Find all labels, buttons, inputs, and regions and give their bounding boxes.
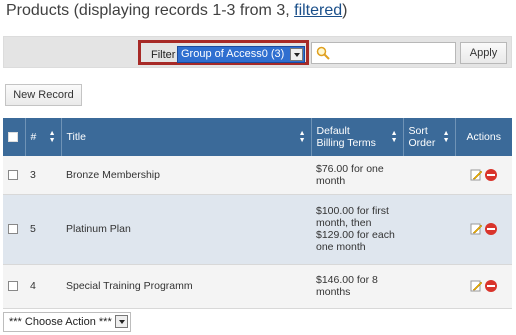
row-billing: $100.00 for first month, then $129.00 for …: [311, 194, 403, 265]
column-billing-line2: Billing Terms: [316, 137, 376, 149]
row-select-cell: [3, 194, 25, 265]
row-actions: [455, 156, 512, 195]
search-icon: [316, 46, 330, 60]
products-table: # ▲ ▼ Title ▲ ▼ Default Billing Terms ▲ ▼ Sort O…: [3, 118, 512, 309]
row-select-cell: [3, 156, 25, 195]
billing-line: $100.00 for first: [316, 205, 389, 217]
filter-bar: Filter Group of Access0 (3) Apply: [3, 36, 512, 68]
chevron-down-icon[interactable]: [290, 48, 303, 61]
select-all-header: [3, 118, 26, 156]
column-sort-line2: Order: [408, 137, 436, 149]
search-input[interactable]: [311, 42, 456, 64]
edit-icon[interactable]: [470, 223, 482, 235]
new-record-button[interactable]: New Record: [5, 84, 82, 106]
filter-select[interactable]: Group of Access0 (3): [177, 46, 305, 63]
page-title: Products (displaying records 1-3 from 3,…: [6, 2, 347, 20]
filter-selected-value: Group of Access0 (3): [181, 48, 285, 60]
row-title: Platinum Plan: [61, 194, 311, 265]
column-actions: Actions: [455, 118, 512, 156]
sort-icon: ▲ ▼: [442, 130, 450, 144]
column-title-label: Title: [66, 131, 86, 143]
row-sort-order: [403, 264, 455, 309]
edit-icon[interactable]: [470, 169, 482, 181]
table-row: 4 Special Training Programm $146.00 for …: [3, 264, 512, 309]
row-select-cell: [3, 264, 25, 309]
table-row: 3 Bronze Membership $76.00 for one month: [3, 156, 512, 195]
row-billing: $146.00 for 8 months: [311, 264, 403, 309]
row-billing: $76.00 for one month: [311, 156, 403, 195]
filter-highlight-box: Filter Group of Access0 (3): [138, 40, 309, 65]
column-billing-terms[interactable]: Default Billing Terms ▲ ▼: [311, 118, 404, 156]
row-title: Bronze Membership: [61, 156, 311, 195]
chevron-down-icon[interactable]: [115, 315, 128, 328]
filter-label: Filter: [151, 49, 176, 61]
row-checkbox[interactable]: [8, 169, 18, 180]
column-number[interactable]: # ▲ ▼: [25, 118, 62, 156]
column-number-label: #: [30, 131, 37, 143]
column-sort-order[interactable]: Sort Order ▲ ▼: [403, 118, 456, 156]
row-actions: [455, 194, 512, 265]
filtered-link[interactable]: filtered: [294, 2, 342, 19]
column-billing-line1: Default: [316, 125, 350, 137]
sort-icon: ▲ ▼: [48, 130, 56, 144]
column-title[interactable]: Title ▲ ▼: [61, 118, 312, 156]
row-checkbox[interactable]: [8, 224, 18, 235]
apply-button[interactable]: Apply: [460, 42, 507, 64]
billing-line: month: [316, 174, 346, 187]
billing-line: month, then: [316, 217, 372, 229]
choose-action-select[interactable]: *** Choose Action ***: [3, 312, 131, 332]
table-header-row: # ▲ ▼ Title ▲ ▼ Default Billing Terms ▲ ▼ Sort O…: [3, 118, 512, 156]
column-sort-line1: Sort: [408, 125, 428, 137]
page-title-prefix: Products (displaying records 1-3 from 3,: [6, 2, 295, 19]
row-sort-order: [403, 156, 455, 195]
billing-line: $129.00 for each: [316, 229, 395, 241]
table-row: 5 Platinum Plan $100.00 for first month, …: [3, 194, 512, 265]
edit-icon[interactable]: [470, 280, 482, 292]
billing-line: $146.00 for 8: [316, 274, 378, 286]
select-all-checkbox[interactable]: [8, 132, 18, 143]
delete-icon[interactable]: [485, 280, 497, 293]
page-title-suffix: ): [342, 2, 348, 19]
column-actions-label: Actions: [466, 131, 501, 143]
sort-icon: ▲ ▼: [390, 130, 398, 144]
row-actions: [455, 264, 512, 309]
choose-action-label: *** Choose Action ***: [9, 316, 112, 328]
row-number: 4: [25, 264, 61, 309]
row-number: 3: [25, 156, 61, 195]
row-checkbox[interactable]: [8, 281, 18, 292]
billing-line: months: [316, 286, 351, 298]
delete-icon[interactable]: [485, 168, 497, 181]
row-title: Special Training Programm: [61, 264, 311, 309]
row-number: 5: [25, 194, 61, 265]
delete-icon[interactable]: [485, 223, 497, 236]
billing-line: $76.00 for one: [316, 162, 384, 175]
row-sort-order: [403, 194, 455, 265]
billing-line: one month: [316, 241, 366, 253]
sort-icon: ▲ ▼: [298, 130, 306, 144]
